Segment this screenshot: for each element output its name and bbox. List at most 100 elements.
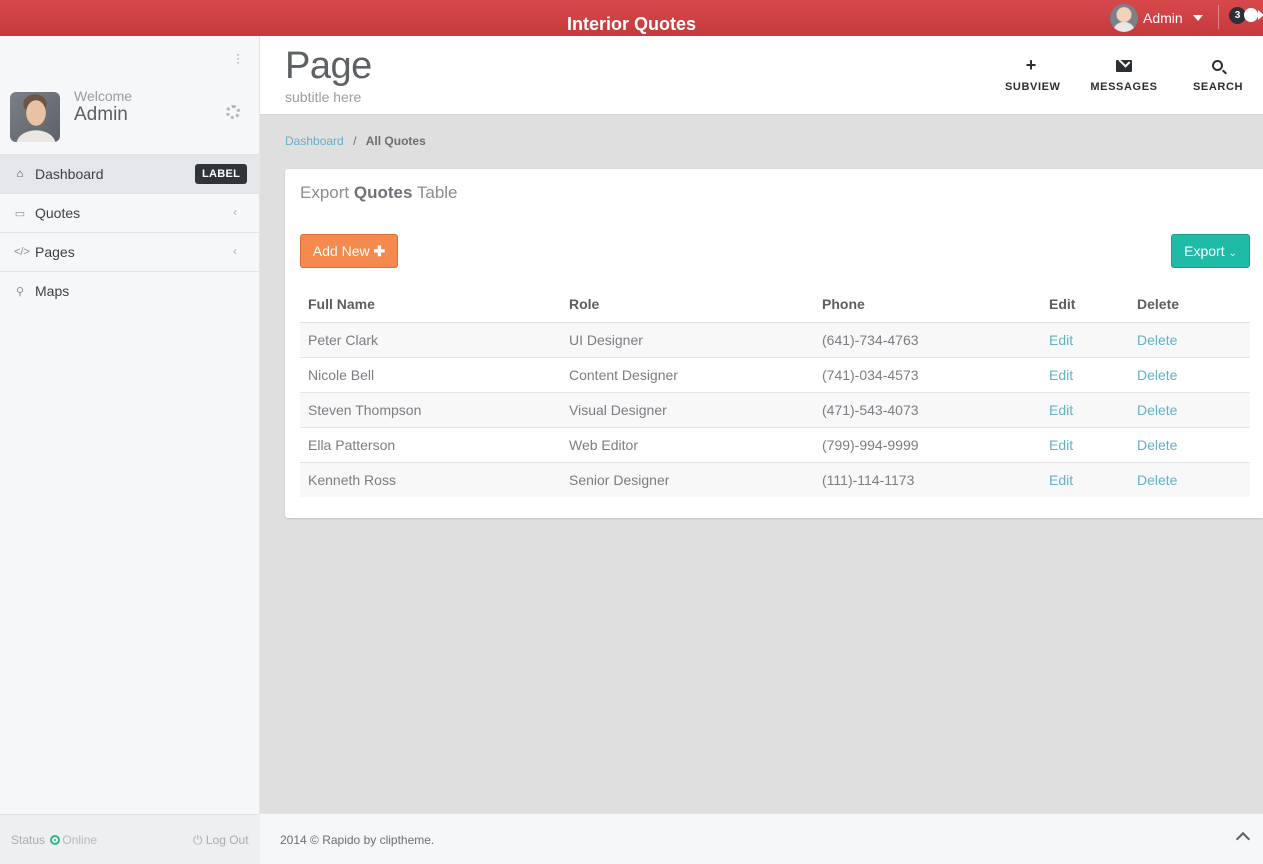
chevron-down-icon: ⌄ [1228, 248, 1237, 259]
delete-link[interactable]: Delete [1129, 392, 1250, 428]
table-row: Nicole Bell Content Designer (741)-034-4… [300, 357, 1250, 393]
sidebar-status-bar: Status Online ⏻ Log Out [0, 814, 260, 864]
column-header-delete: Delete [1129, 287, 1250, 323]
quotes-table: Full Name Role Phone Edit Delete Peter C… [300, 287, 1250, 497]
user-avatar[interactable] [1110, 4, 1138, 32]
delete-link[interactable]: Delete [1129, 427, 1250, 463]
edit-link[interactable]: Edit [1041, 427, 1129, 463]
breadcrumb-separator: / [353, 134, 357, 148]
table-row: Kenneth Ross Senior Designer (111)-114-1… [300, 462, 1250, 497]
breadcrumb-current: All Quotes [365, 134, 426, 148]
sidebar-item-dashboard[interactable]: ⌂ Dashboard LABEL [0, 154, 260, 193]
caret-down-icon[interactable] [1192, 15, 1203, 21]
desktop-icon: ▭ [14, 207, 26, 220]
search-icon [1211, 60, 1223, 71]
cell-phone: (799)-994-9999 [814, 427, 1041, 463]
subview-label: SUBVIEW [1005, 81, 1061, 93]
subview-button[interactable]: + SUBVIEW [1005, 55, 1061, 96]
quotes-panel: Export Quotes Table Add New ✚ Export ⌄ F… [285, 169, 1263, 518]
messages-button[interactable]: MESSAGES [1090, 56, 1158, 96]
messages-label: MESSAGES [1090, 81, 1158, 93]
sidebar-item-label: Dashboard [35, 166, 104, 182]
user-name[interactable]: Admin [1143, 10, 1183, 26]
edit-link[interactable]: Edit [1041, 392, 1129, 428]
gear-icon[interactable] [226, 105, 240, 119]
app-title: Interior Quotes [566, 14, 696, 34]
delete-link[interactable]: Delete [1129, 462, 1250, 497]
logout-label: Log Out [205, 833, 249, 847]
breadcrumb-dashboard-link[interactable]: Dashboard [285, 134, 344, 148]
add-new-button[interactable]: Add New ✚ [300, 234, 398, 268]
cell-role: UI Designer [561, 322, 814, 358]
avatar [10, 92, 60, 142]
edit-link[interactable]: Edit [1041, 357, 1129, 393]
sidebar-nav: ⌂ Dashboard LABEL ▭ Quotes ‹ </> Pages ‹… [0, 154, 260, 310]
table-header-row: Full Name Role Phone Edit Delete [300, 287, 1250, 323]
profile-name: Admin [74, 104, 128, 125]
cell-full-name: Steven Thompson [300, 392, 561, 428]
top-bar: Interior Quotes Admin 3 [0, 0, 1263, 36]
sidebar-item-quotes[interactable]: ▭ Quotes ‹ [0, 193, 260, 232]
table-row: Steven Thompson Visual Designer (471)-54… [300, 392, 1250, 428]
cell-role: Web Editor [561, 427, 814, 463]
footer-copyright: 2014 © Rapido by cliptheme. [280, 833, 435, 847]
cell-full-name: Ella Patterson [300, 427, 561, 463]
edit-link[interactable]: Edit [1041, 462, 1129, 497]
status-label: Status [11, 833, 46, 847]
user-menu[interactable]: Admin [1110, 4, 1203, 32]
cell-role: Visual Designer [561, 392, 814, 428]
export-label: Export [1184, 243, 1225, 259]
page-subtitle: subtitle here [285, 89, 362, 105]
online-dot-icon [50, 835, 61, 845]
plus-icon: + [1025, 55, 1037, 75]
sidebar-item-pages[interactable]: </> Pages ‹ [0, 232, 260, 271]
edit-link[interactable]: Edit [1041, 322, 1129, 358]
welcome-text: Welcome [74, 88, 133, 104]
chevron-left-icon: ‹ [233, 244, 237, 258]
power-icon: ⏻ [193, 833, 203, 847]
sidebar-item-label: Quotes [35, 205, 81, 221]
search-button[interactable]: SEARCH [1193, 56, 1242, 96]
sidebar-item-maps[interactable]: ⚲ Maps [0, 271, 260, 310]
chat-icon[interactable] [1244, 8, 1258, 22]
delete-link[interactable]: Delete [1129, 322, 1250, 358]
plus-icon: ✚ [373, 243, 386, 259]
map-marker-icon: ⚲ [15, 285, 25, 298]
sidebar-item-label: Pages [35, 244, 75, 260]
column-header-edit: Edit [1041, 287, 1129, 323]
page-title: Page [285, 45, 372, 87]
cell-phone: (641)-734-4763 [814, 322, 1041, 358]
delete-link[interactable]: Delete [1129, 357, 1250, 393]
panel-title-post: Table [416, 183, 458, 202]
sidebar-item-label: Maps [35, 283, 70, 299]
panel-title: Export Quotes Table [300, 183, 458, 203]
logout-link[interactable]: ⏻ Log Out [193, 833, 249, 848]
sidebar-profile: Welcome Admin [0, 76, 260, 154]
cell-full-name: Kenneth Ross [300, 462, 561, 497]
table-row: Ella Patterson Web Editor (799)-994-9999… [300, 427, 1250, 463]
more-vertical-icon[interactable]: · · · [232, 48, 244, 68]
chevron-left-icon: ‹ [233, 205, 237, 219]
cell-full-name: Nicole Bell [300, 357, 561, 393]
panel-title-bold: Quotes [353, 183, 413, 202]
label-badge: LABEL [195, 164, 248, 184]
cell-phone: (471)-543-4073 [814, 392, 1041, 428]
panel-title-pre: Export [300, 183, 350, 202]
chevron-up-icon[interactable] [1235, 831, 1251, 847]
sidebar: · · · Welcome Admin ⌂ Dashboard LABEL ▭ Qu… [0, 36, 260, 864]
chat-icon-tail [1258, 10, 1263, 20]
code-icon: </> [14, 246, 30, 258]
cell-full-name: Peter Clark [300, 322, 561, 358]
column-header-role[interactable]: Role [561, 287, 814, 323]
envelope-icon [1116, 60, 1132, 72]
column-header-phone[interactable]: Phone [814, 287, 1041, 323]
cell-phone: (111)-114-1173 [814, 462, 1041, 497]
add-new-label: Add New [312, 243, 370, 259]
table-row: Peter Clark UI Designer (641)-734-4763 E… [300, 322, 1250, 358]
export-button[interactable]: Export ⌄ [1171, 234, 1250, 268]
page-header: Page subtitle here + SUBVIEW MESSAGES SE… [260, 36, 1263, 115]
cell-role: Senior Designer [561, 462, 814, 497]
status-value: Online [62, 833, 98, 847]
column-header-full-name[interactable]: Full Name [300, 287, 561, 323]
status-indicator: Status Online [11, 833, 97, 847]
